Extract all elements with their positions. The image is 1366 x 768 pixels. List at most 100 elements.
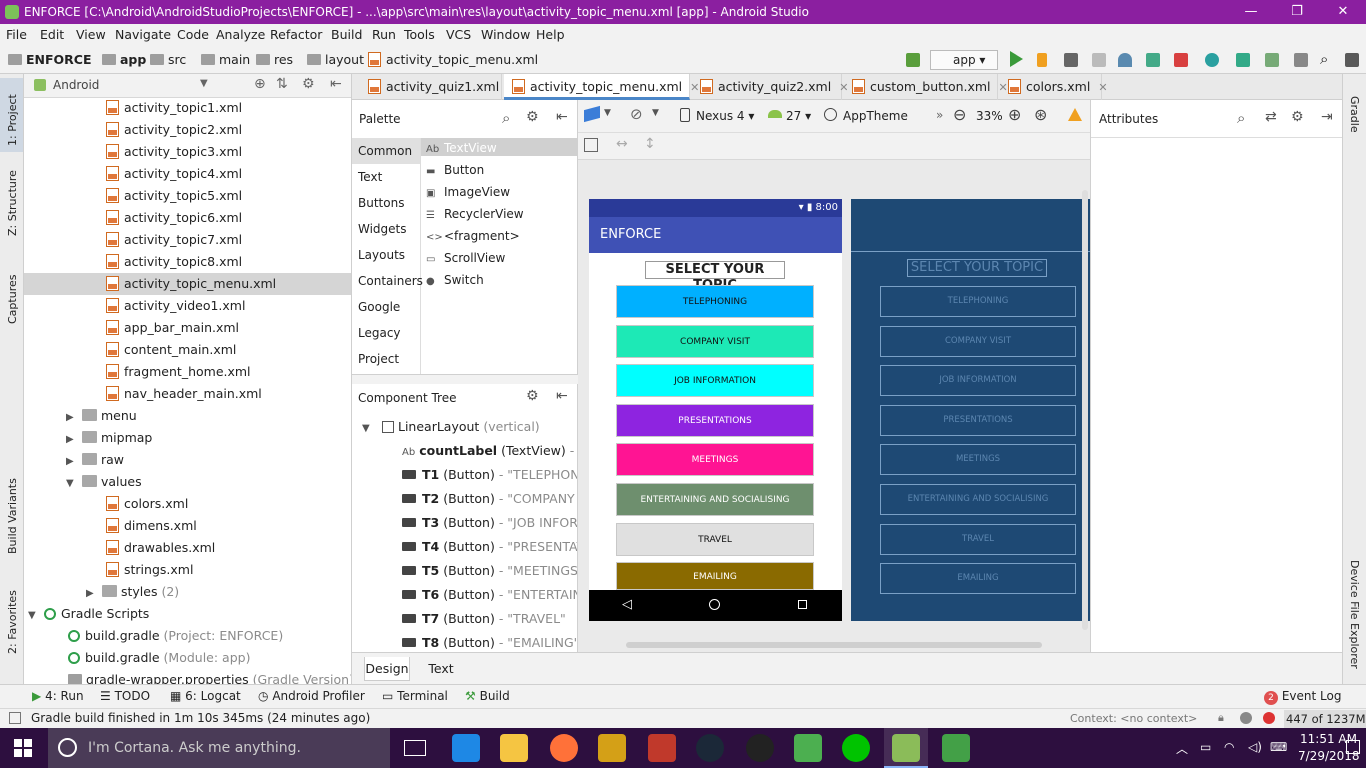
topic-button-company-visit[interactable]: COMPANY VISIT <box>616 325 814 358</box>
steam-icon[interactable] <box>696 734 724 762</box>
palette-item-button[interactable]: ▬ Button <box>426 159 484 181</box>
menu-navigate[interactable]: Navigate <box>115 24 171 46</box>
gear-icon[interactable]: ⚙ <box>526 109 539 125</box>
tree-button-row[interactable]: T6 (Button) - "ENTERTAIN <box>402 583 577 607</box>
run-icon[interactable] <box>1010 51 1023 67</box>
blueprint-button[interactable]: TRAVEL <box>880 524 1076 555</box>
tree-file[interactable]: activity_topic2.xml <box>106 119 242 141</box>
search-icon[interactable]: ⌕ <box>1237 109 1245 127</box>
overflow-icon[interactable]: » <box>936 108 943 122</box>
run-tool-button[interactable]: ▶ 4: Run <box>32 689 84 703</box>
orientation-icon[interactable]: ⊘ <box>630 105 643 123</box>
tree-file[interactable]: strings.xml <box>106 559 193 581</box>
phone-preview[interactable]: ▾ ▮ 8:00 ENFORCE SELECT YOUR TOPIC TELEP… <box>589 199 842 621</box>
tree-file[interactable]: drawables.xml <box>106 537 215 559</box>
palette-category-text[interactable]: Text <box>352 164 420 190</box>
todo-tool-button[interactable]: ☰ TODO <box>100 689 150 703</box>
blueprint-preview[interactable]: SELECT YOUR TOPIC TELEPHONING COMPANY VI… <box>851 199 1090 621</box>
tree-folder-values[interactable]: ▼ values <box>66 471 142 493</box>
windows-start-icon[interactable] <box>14 739 32 757</box>
palette-item-switch[interactable]: ● Switch <box>426 269 484 291</box>
tree-file-selected[interactable]: activity_topic_menu.xml <box>106 273 276 295</box>
topic-button-emailing[interactable]: EMAILING <box>616 562 814 590</box>
tab-activity-quiz2[interactable]: activity_quiz2.xml ✕ <box>692 74 848 100</box>
tree-button-row[interactable]: T4 (Button) - "PRESENTATI <box>402 535 577 559</box>
swap-view-icon[interactable]: ⇄ <box>1265 109 1277 125</box>
sdk-manager-icon[interactable] <box>1265 53 1279 67</box>
tree-gradle-file[interactable]: build.gradle (Project: ENFORCE) <box>68 625 283 647</box>
error-icon[interactable] <box>1263 712 1275 724</box>
search-everywhere-icon[interactable]: ⌕ <box>1320 50 1328 68</box>
blueprint-button[interactable]: JOB INFORMATION <box>880 365 1076 396</box>
tree-button-row[interactable]: T1 (Button) - "TELEPHONI <box>402 463 577 487</box>
blueprint-button[interactable]: MEETINGS <box>880 444 1076 475</box>
edge-browser-icon[interactable] <box>452 734 480 762</box>
breadcrumb-src[interactable]: src <box>150 52 186 67</box>
gear-icon[interactable]: ⚙ <box>302 76 315 92</box>
blueprint-button[interactable]: PRESENTATIONS <box>880 405 1076 436</box>
inspector-icon[interactable] <box>1240 712 1252 724</box>
attach-debugger-icon[interactable] <box>1146 53 1160 67</box>
file-explorer-icon[interactable] <box>500 734 528 762</box>
tree-linearlayout[interactable]: ▼ LinearLayout (vertical) <box>362 415 540 439</box>
maximize-button[interactable]: ❐ <box>1274 0 1320 24</box>
status-toggle-icon[interactable] <box>9 712 21 724</box>
logcat-tool-button[interactable]: ▦ 6: Logcat <box>170 689 241 703</box>
palette-item-scrollview[interactable]: ▭ ScrollView <box>426 247 505 269</box>
close-button[interactable]: ✕ <box>1320 0 1366 24</box>
tree-button-row[interactable]: T3 (Button) - "JOB INFORM <box>402 511 577 535</box>
palette-item-recyclerview[interactable]: ☰ RecyclerView <box>426 203 524 225</box>
breadcrumb-app[interactable]: app <box>102 52 146 67</box>
layout-view-icon[interactable] <box>584 138 598 152</box>
build-tool-button[interactable]: ⚒ Build <box>465 689 510 703</box>
chevron-down-icon[interactable]: ▼ <box>652 108 659 118</box>
tree-folder-mipmap[interactable]: ▶ mipmap <box>66 427 152 449</box>
tab-design[interactable]: Design <box>364 657 410 681</box>
tree-file[interactable]: activity_topic3.xml <box>106 141 242 163</box>
search-icon[interactable]: ⌕ <box>502 109 510 127</box>
breadcrumb-file[interactable]: activity_topic_menu.xml <box>368 52 538 67</box>
hide-panel-icon[interactable]: ⇤ <box>556 109 568 125</box>
breadcrumb-layout[interactable]: layout <box>307 52 364 67</box>
memory-indicator[interactable]: 447 of 1237M <box>1284 710 1366 728</box>
tree-file[interactable]: activity_video1.xml <box>106 295 245 317</box>
tree-button-row[interactable]: T8 (Button) - "EMAILING" <box>402 631 577 652</box>
profiler-tool-button[interactable]: ◷ Android Profiler <box>258 689 365 703</box>
tree-file[interactable]: nav_header_main.xml <box>106 383 262 405</box>
menu-file[interactable]: File <box>6 24 27 46</box>
palette-category-widgets[interactable]: Widgets <box>352 216 420 242</box>
tab-activity-topic-menu[interactable]: activity_topic_menu.xml ✕ <box>504 74 699 100</box>
tree-gradle-file[interactable]: build.gradle (Module: app) <box>68 647 250 669</box>
build-variants-tool-button[interactable]: Build Variants <box>6 478 19 554</box>
scroll-from-source-icon[interactable]: ⊕ <box>254 76 266 92</box>
app-icon[interactable] <box>942 734 970 762</box>
status-message[interactable]: Gradle build finished in 1m 10s 345ms (2… <box>31 711 370 725</box>
tree-file[interactable]: app_bar_main.xml <box>106 317 239 339</box>
palette-item-imageview[interactable]: ▣ ImageView <box>426 181 510 203</box>
project-tool-button[interactable]: 1: Project <box>6 94 19 146</box>
sync-gradle-icon[interactable] <box>1205 53 1219 67</box>
hide-panel-icon[interactable]: ⇤ <box>556 388 568 404</box>
game-icon[interactable] <box>648 734 676 762</box>
chevron-down-icon[interactable]: ▼ <box>28 605 40 627</box>
chevron-down-icon[interactable]: ▼ <box>604 108 611 118</box>
tree-file[interactable]: activity_topic8.xml <box>106 251 242 273</box>
api-level-select[interactable]: 27 ▾ <box>786 109 811 123</box>
breadcrumb-main[interactable]: main <box>201 52 250 67</box>
breadcrumb-res[interactable]: res <box>256 52 293 67</box>
menu-code[interactable]: Code <box>177 24 209 46</box>
wifi-icon[interactable]: ◠ <box>1224 740 1234 754</box>
tab-text[interactable]: Text <box>418 657 464 681</box>
tree-button-row[interactable]: T7 (Button) - "TRAVEL" <box>402 607 566 631</box>
utorrent-icon[interactable] <box>794 734 822 762</box>
event-log-button[interactable]: 2 Event Log <box>1264 689 1341 705</box>
menu-help[interactable]: Help <box>536 24 565 46</box>
chevron-down-icon[interactable]: ▼ <box>66 473 78 495</box>
palette-category-google[interactable]: Google <box>352 294 420 320</box>
menu-refactor[interactable]: Refactor <box>270 24 322 46</box>
gear-icon[interactable]: ⚙ <box>1291 109 1304 125</box>
menu-view[interactable]: View <box>76 24 106 46</box>
tree-folder-styles[interactable]: ▶ styles (2) <box>86 581 179 603</box>
run-config-select[interactable]: app ▾ <box>930 50 998 70</box>
menu-tools[interactable]: Tools <box>404 24 435 46</box>
